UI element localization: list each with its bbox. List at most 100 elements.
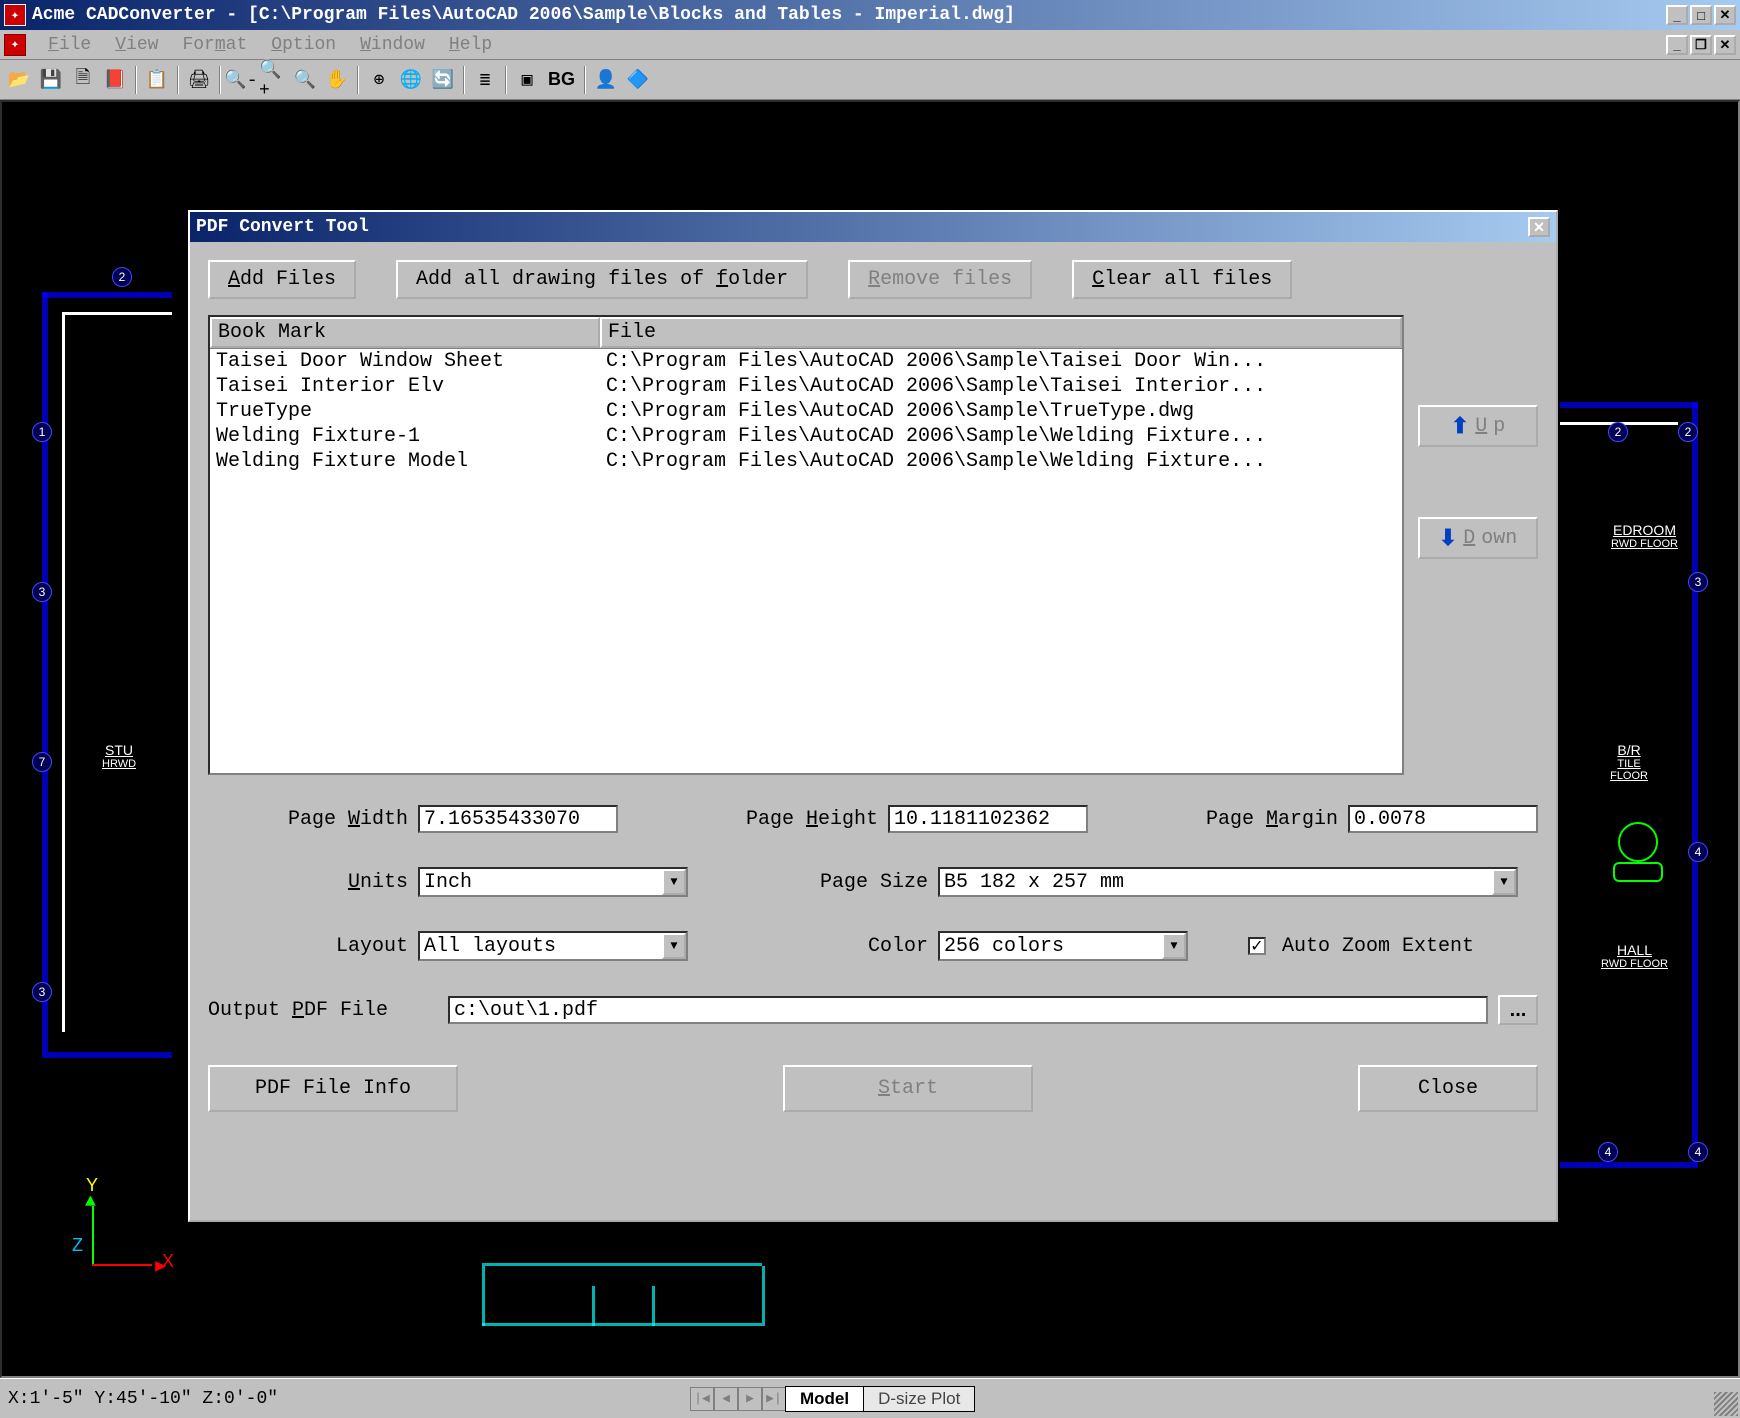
zoom-in-icon[interactable]: 🔍+ <box>258 65 288 95</box>
clear-all-button[interactable]: Clear all files <box>1072 260 1292 299</box>
room-stu-sub: HRWD <box>102 758 136 770</box>
list-filepath: C:\Program Files\AutoCAD 2006\Sample\Tru… <box>606 400 1396 423</box>
page-size-select[interactable]: B5 182 x 257 mm ▼ <box>938 867 1518 897</box>
open-icon[interactable]: 📂 <box>4 65 34 95</box>
list-filepath: C:\Program Files\AutoCAD 2006\Sample\Tai… <box>606 375 1396 398</box>
tab-prev-icon[interactable]: ◀ <box>714 1387 738 1411</box>
ucs-axis-icon: Y X Z <box>72 1166 192 1286</box>
menu-window[interactable]: Window <box>348 33 437 57</box>
pdf-convert-dialog: PDF Convert Tool ✕ Add Files Add all dra… <box>188 210 1558 1222</box>
page-size-value: B5 182 x 257 mm <box>944 871 1124 894</box>
statusbar: X:1'-5" Y:45'-10" Z:0'-0" |◀ ◀ ▶ ▶| Mode… <box>0 1378 1740 1418</box>
menu-format[interactable]: Format <box>170 33 259 57</box>
start-button[interactable]: Start <box>783 1065 1033 1112</box>
window-title: Acme CADConverter - [C:\Program Files\Au… <box>32 5 1015 25</box>
tab-next-icon[interactable]: ▶ <box>738 1387 762 1411</box>
zoom-window-icon[interactable]: 🔍 <box>290 65 320 95</box>
document-icon[interactable]: ✦ <box>4 34 26 56</box>
units-label: Units <box>208 871 408 894</box>
dialog-close-button[interactable]: ✕ <box>1528 217 1550 237</box>
chevron-down-icon: ▼ <box>1162 933 1186 959</box>
room-hall-label: HALL <box>1617 942 1652 958</box>
bg-label[interactable]: BG <box>544 69 579 90</box>
room-br-sub: TILE FLOOR <box>1610 758 1648 782</box>
room-bedroom-label: EDROOM <box>1613 522 1676 538</box>
add-folder-button[interactable]: Add all drawing files of folder <box>396 260 808 299</box>
color-label: Color <box>808 935 928 958</box>
menu-view[interactable]: View <box>103 33 170 57</box>
list-item[interactable]: Taisei Interior ElvC:\Program Files\Auto… <box>210 374 1402 399</box>
col-bookmark[interactable]: Book Mark <box>210 317 600 348</box>
print-icon[interactable]: 🖨 <box>184 65 214 95</box>
mdi-close-button[interactable]: ✕ <box>1714 35 1736 55</box>
tab-model[interactable]: Model <box>785 1386 864 1412</box>
page-margin-label: Page Margin <box>1158 808 1338 831</box>
pan-icon[interactable]: ✋ <box>322 65 352 95</box>
close-button[interactable]: ✕ <box>1714 5 1736 25</box>
copy-icon[interactable]: 📋 <box>142 65 172 95</box>
main-titlebar: ✦ Acme CADConverter - [C:\Program Files\… <box>0 0 1740 30</box>
list-item[interactable]: Welding Fixture-1C:\Program Files\AutoCA… <box>210 424 1402 449</box>
up-button[interactable]: Up <box>1418 405 1538 447</box>
list-filepath: C:\Program Files\AutoCAD 2006\Sample\Wel… <box>606 450 1396 473</box>
regen-icon[interactable]: 🔄 <box>428 65 458 95</box>
resize-grip-icon[interactable] <box>1714 1392 1738 1416</box>
auto-zoom-label: Auto Zoom Extent <box>1282 935 1474 958</box>
info-icon[interactable]: 👤 <box>591 65 621 95</box>
room-br-label: B/R <box>1617 742 1640 758</box>
remove-files-button[interactable]: Remove files <box>848 260 1032 299</box>
zoom-all-icon[interactable]: 🌐 <box>396 65 426 95</box>
page-margin-input[interactable] <box>1348 805 1538 833</box>
page-height-input[interactable] <box>888 805 1088 833</box>
chevron-down-icon: ▼ <box>662 933 686 959</box>
convert-icon[interactable]: 📕 <box>100 65 130 95</box>
output-file-input[interactable] <box>448 996 1488 1024</box>
zoom-out-icon[interactable]: 🔍- <box>226 65 256 95</box>
window-controls: _ □ ✕ <box>1666 5 1736 25</box>
browse-button[interactable]: ... <box>1498 995 1538 1025</box>
menu-file[interactable]: File <box>36 33 103 57</box>
tab-last-icon[interactable]: ▶| <box>762 1387 786 1411</box>
col-file[interactable]: File <box>600 317 1402 348</box>
layout-label: Layout <box>208 935 408 958</box>
auto-zoom-checkbox[interactable]: ✓ <box>1248 937 1266 955</box>
menu-option[interactable]: Option <box>259 33 348 57</box>
menu-help[interactable]: Help <box>437 33 504 57</box>
close-dialog-button[interactable]: Close <box>1358 1065 1538 1112</box>
room-stu-label: STU <box>105 742 133 758</box>
page-height-label: Page Height <box>698 808 878 831</box>
list-item[interactable]: Welding Fixture ModelC:\Program Files\Au… <box>210 449 1402 474</box>
maximize-button[interactable]: □ <box>1690 5 1712 25</box>
list-bookmark: Welding Fixture-1 <box>216 425 606 448</box>
color-select[interactable]: 256 colors ▼ <box>938 931 1188 961</box>
list-item[interactable]: Taisei Door Window SheetC:\Program Files… <box>210 349 1402 374</box>
list-bookmark: TrueType <box>216 400 606 423</box>
dialog-titlebar[interactable]: PDF Convert Tool ✕ <box>190 212 1556 242</box>
tab-dsize-plot[interactable]: D-size Plot <box>863 1386 975 1412</box>
chevron-down-icon: ▼ <box>662 869 686 895</box>
mdi-minimize-button[interactable]: _ <box>1666 35 1688 55</box>
list-filepath: C:\Program Files\AutoCAD 2006\Sample\Tai… <box>606 350 1396 373</box>
list-item[interactable]: TrueTypeC:\Program Files\AutoCAD 2006\Sa… <box>210 399 1402 424</box>
page-width-input[interactable] <box>418 805 618 833</box>
down-button[interactable]: Down <box>1418 517 1538 559</box>
page-size-label: Page Size <box>768 871 928 894</box>
axis-y-label: Y <box>86 1175 98 1196</box>
zoom-extents-icon[interactable]: ⊕ <box>364 65 394 95</box>
units-select[interactable]: Inch ▼ <box>418 867 688 897</box>
room-hall-sub: RWD FLOOR <box>1601 958 1668 970</box>
minimize-button[interactable]: _ <box>1666 5 1688 25</box>
tab-first-icon[interactable]: |◀ <box>690 1387 714 1411</box>
pdf-file-info-button[interactable]: PDF File Info <box>208 1065 458 1112</box>
bg-color-icon[interactable]: ▣ <box>512 65 542 95</box>
save-icon[interactable]: 💾 <box>36 65 66 95</box>
export-icon[interactable]: 🗎 <box>68 65 98 95</box>
mdi-restore-button[interactable]: ❐ <box>1690 35 1712 55</box>
help-icon[interactable]: 🔷 <box>623 65 653 95</box>
file-list[interactable]: Book Mark File Taisei Door Window SheetC… <box>208 315 1404 775</box>
layout-select[interactable]: All layouts ▼ <box>418 931 688 961</box>
layers-icon[interactable]: ≣ <box>470 65 500 95</box>
layout-value: All layouts <box>424 935 556 958</box>
chevron-down-icon: ▼ <box>1492 869 1516 895</box>
add-files-button[interactable]: Add Files <box>208 260 356 299</box>
